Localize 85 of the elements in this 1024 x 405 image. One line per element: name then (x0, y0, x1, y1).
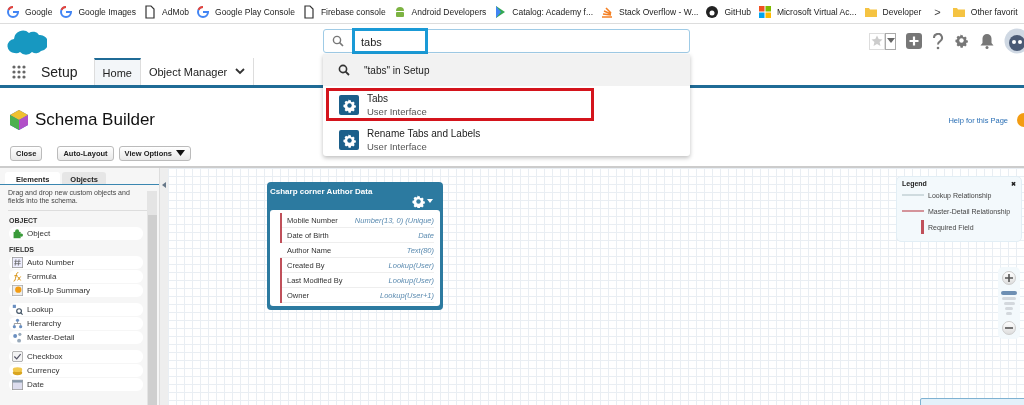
avatar-icon (1004, 28, 1024, 54)
coins-icon (12, 364, 23, 376)
result-title: Tabs (367, 92, 390, 104)
g-letter-icon (196, 4, 210, 19)
result-subtitle: User Interface (367, 140, 428, 152)
bookmark-link[interactable]: Other favorit (970, 6, 1018, 17)
zoom-in-button[interactable] (1002, 271, 1016, 285)
bookmark-link[interactable]: Android Developers (411, 6, 487, 17)
hierarchy-icon (12, 317, 23, 329)
hash-icon (12, 256, 23, 268)
nav-tab[interactable]: Object Manager (140, 58, 255, 85)
palette-item[interactable]: Checkbox (9, 349, 143, 363)
search-result-item[interactable]: Rename Tabs and Labels User Interface (326, 123, 688, 156)
required-bar-sample (921, 220, 924, 234)
bookmark-link[interactable]: Developer (882, 6, 922, 17)
caret-icon (427, 199, 433, 203)
object-menu-button[interactable] (411, 194, 433, 208)
caret-icon (886, 38, 895, 44)
app-launcher-icon (12, 64, 26, 79)
help-icon (932, 32, 944, 50)
bookmark-link[interactable]: GitHub (724, 6, 751, 17)
plus-icon (1005, 274, 1013, 282)
palette-item[interactable]: Auto Number (9, 255, 143, 269)
more-bookmarks-chevron[interactable]: > (934, 5, 941, 18)
search-option-text: "tabs" in Setup (364, 64, 430, 76)
nav-tab[interactable]: Home (93, 58, 141, 85)
palette-item[interactable]: Currency (9, 363, 143, 377)
plus-icon (906, 33, 922, 49)
search-result-item[interactable]: Tabs User Interface (326, 88, 594, 121)
palette-item[interactable]: Lookup (9, 302, 143, 316)
page-title: Schema Builder (35, 110, 155, 130)
puzzle-icon (12, 227, 23, 239)
chevron-down-icon (235, 68, 246, 75)
calendar-icon (12, 378, 23, 390)
fx-icon (12, 270, 23, 282)
minus-icon (1005, 324, 1013, 332)
object-title: Csharp corner Author Data (270, 187, 373, 196)
settings-icon (954, 33, 970, 49)
zoom-thumb[interactable] (1001, 291, 1017, 295)
result-subtitle: User Interface (367, 105, 427, 117)
palette-item[interactable]: Object (9, 226, 143, 240)
setup-search-option[interactable]: "tabs" in Setup (323, 54, 690, 86)
lookup-line-sample (902, 192, 924, 198)
search-icon (332, 35, 344, 47)
palette-item[interactable]: Formula (9, 269, 143, 283)
page-icon (143, 4, 158, 19)
checkbox-icon (12, 350, 23, 362)
bookmark-link[interactable]: Firebase console (320, 6, 386, 17)
bookmark-link[interactable]: Catalog: Academy f... (512, 6, 594, 17)
palette-item[interactable]: Master-Detail (9, 330, 143, 344)
bookmark-link[interactable]: Google Play Console (215, 6, 295, 17)
settings-icon (411, 194, 425, 208)
chevron-left-icon (162, 182, 166, 188)
four-squares-icon (757, 4, 772, 19)
stack-icon (600, 4, 615, 19)
search-input[interactable]: tabs (352, 28, 428, 54)
scrollbar[interactable] (147, 191, 157, 405)
palette-item[interactable]: Hierarchy (9, 316, 143, 330)
bookmark-link[interactable]: Google Images (78, 6, 137, 17)
star-icon (871, 35, 883, 47)
bookmark-link[interactable]: AdMob (162, 6, 189, 17)
app-name: Setup (41, 63, 78, 80)
bookmark-link[interactable]: Stack Overflow - W... (619, 6, 699, 17)
result-title: Rename Tabs and Labels (367, 127, 481, 139)
gear-icon (339, 94, 359, 115)
zoom-out-button[interactable] (1002, 321, 1016, 335)
bookmark-link[interactable]: Google (25, 6, 53, 17)
cube-icon (9, 109, 29, 131)
g-letter-icon (6, 4, 20, 19)
bell-icon (980, 33, 994, 49)
scrollbar-thumb[interactable] (148, 191, 157, 215)
favorites-dropdown-button[interactable] (885, 32, 896, 50)
magnifier-icon (12, 303, 23, 315)
search-field[interactable]: tabs (323, 29, 690, 53)
g-letter-icon (59, 4, 74, 19)
palette-item[interactable]: Roll-Up Summary (9, 283, 143, 297)
master-detail-line-sample (902, 208, 924, 214)
bookmark-link[interactable]: Microsoft Virtual Ac... (776, 6, 857, 17)
zoom-slider[interactable] (1001, 291, 1017, 315)
gear-icon (339, 129, 359, 150)
caret-down-icon (176, 150, 185, 156)
page-icon (301, 4, 316, 19)
search-icon (338, 64, 350, 76)
collapse-handle[interactable] (160, 168, 168, 405)
palette-item[interactable]: Date (9, 377, 143, 391)
